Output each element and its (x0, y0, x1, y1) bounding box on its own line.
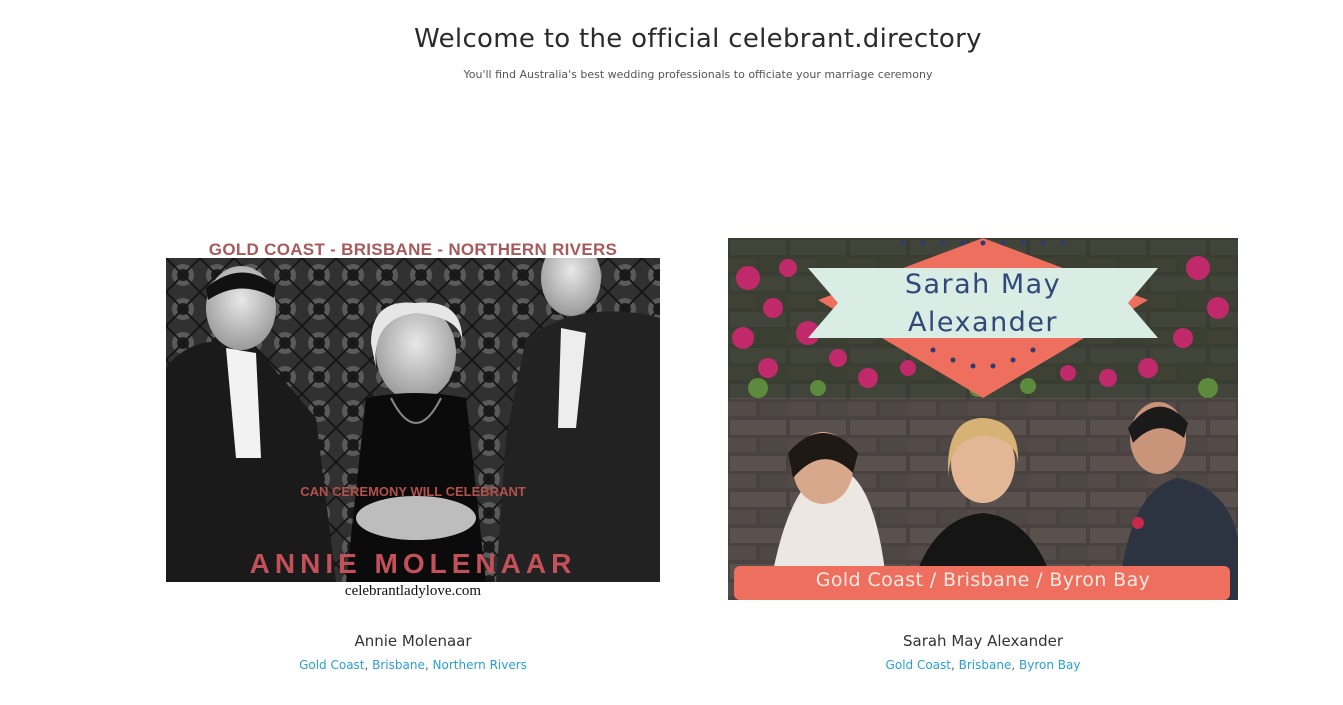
celebrant-image-annie-molenaar[interactable]: GOLD COAST - BRISBANE - NORTHERN RIVERS (166, 238, 660, 602)
image-location-banner: Gold Coast / Brisbane / Byron Bay (815, 569, 1151, 591)
celebrant-card-sarah-may-alexander[interactable]: Sarah May Alexander Gold Coast / Brisban… (728, 238, 1238, 672)
annie-photo (166, 258, 660, 582)
location-link[interactable]: Byron Bay (1019, 658, 1080, 672)
location-link[interactable]: Brisbane (959, 658, 1012, 672)
location-link[interactable]: Northern Rivers (433, 658, 527, 672)
location-link[interactable]: Gold Coast (299, 658, 364, 672)
celebrant-card-annie-molenaar[interactable]: GOLD COAST - BRISBANE - NORTHERN RIVERS (166, 238, 660, 672)
celebrant-image-sarah-may-alexander[interactable]: Sarah May Alexander Gold Coast / Brisban… (728, 238, 1238, 600)
image-tagline: CAN CEREMONY WILL CELEBRANT (300, 484, 526, 499)
celebrant-locations: Gold Coast, Brisbane, Northern Rivers (299, 658, 527, 672)
image-name-overlay: ANNIE MOLENAAR (249, 548, 577, 579)
image-website: celebrantladylove.com (344, 583, 482, 599)
location-link[interactable]: Gold Coast (886, 658, 951, 672)
celebrant-name[interactable]: Sarah May Alexander (728, 632, 1238, 650)
celebrant-locations: Gold Coast, Brisbane, Byron Bay (885, 658, 1081, 672)
page-title: Welcome to the official celebrant.direct… (414, 24, 982, 54)
page-subtitle: You'll find Australia's best wedding pro… (463, 68, 933, 81)
image-name-line2: Alexander (907, 307, 1059, 338)
image-top-caption: GOLD COAST - BRISBANE - NORTHERN RIVERS (208, 240, 618, 259)
location-link[interactable]: Brisbane (372, 658, 425, 672)
celebrant-name[interactable]: Annie Molenaar (166, 632, 660, 650)
image-name-line1: Sarah May (904, 269, 1062, 300)
